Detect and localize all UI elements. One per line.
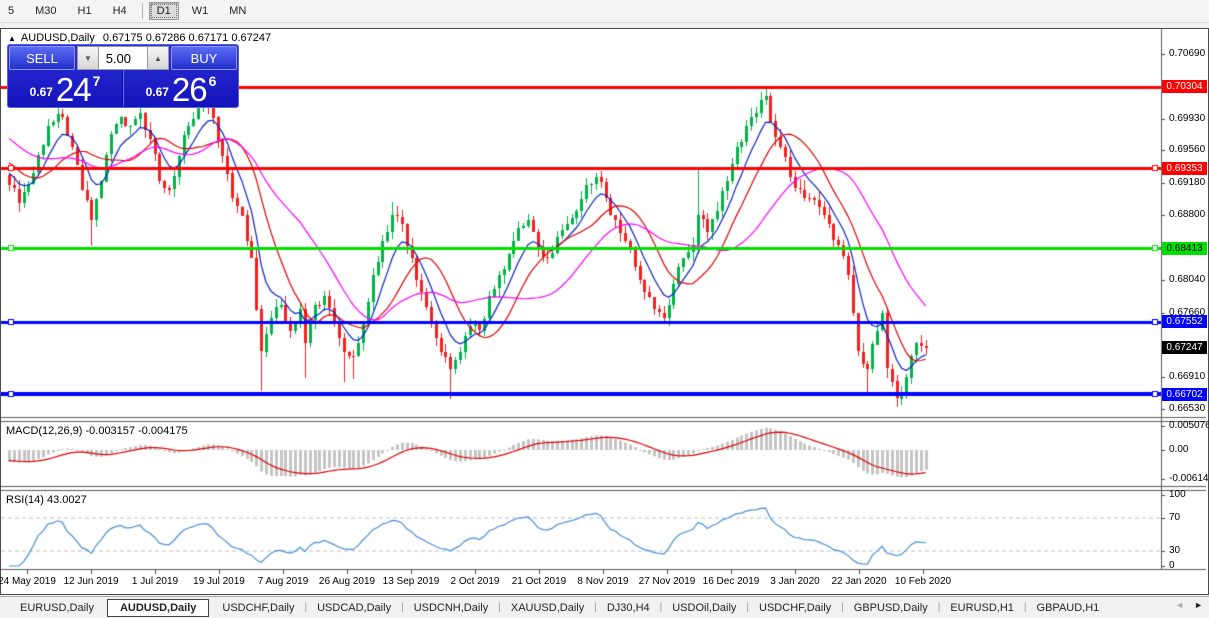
- timeframe-button-h1[interactable]: H1: [70, 2, 100, 20]
- tab-scroll-arrows: ◄►: [1175, 600, 1203, 610]
- chart-tab-gbpaud-h1[interactable]: GBPAUD,H1: [1027, 599, 1110, 617]
- price-chart-canvas[interactable]: [1, 29, 1206, 593]
- toolbar-separator: [142, 3, 143, 19]
- timeframe-toolbar: 5 M30 H1 H4 D1 W1MN: [0, 0, 1209, 23]
- buy-price-handle: 0.67: [146, 85, 169, 99]
- buy-button[interactable]: BUY: [171, 46, 237, 70]
- tab-scroll-right-icon[interactable]: ►: [1194, 600, 1203, 610]
- timeframe-button-5[interactable]: 5: [0, 2, 22, 20]
- price-axis-tick: 0.68040: [1169, 274, 1209, 285]
- one-click-trade-panel: SELL ▼ 5.00 ▲ BUY 0.67 24 7 0.67 26 6: [7, 44, 239, 108]
- chart-tab-usdoil-daily[interactable]: USDOil,Daily: [662, 599, 746, 617]
- rsi-axis-tick: 30: [1169, 545, 1209, 556]
- buy-price-pip: 6: [209, 73, 217, 89]
- sell-price[interactable]: 0.67 24 7: [8, 70, 123, 106]
- sell-button[interactable]: SELL: [9, 46, 75, 70]
- rsi-axis-tick: 100: [1169, 489, 1209, 500]
- hline-price-label: 0.70304: [1162, 80, 1207, 93]
- chart-tab-eurusd-daily[interactable]: EURUSD,Daily: [10, 599, 104, 617]
- chart-tab-usdcad-daily[interactable]: USDCAD,Daily: [307, 599, 401, 617]
- volume-increase-icon[interactable]: ▲: [147, 46, 169, 70]
- hline-price-label: 0.69353: [1162, 162, 1207, 175]
- rsi-indicator-label: RSI(14) 43.0027: [6, 494, 87, 506]
- buy-price-big: 26: [172, 77, 207, 103]
- price-axis-tick: 0.68800: [1169, 209, 1209, 220]
- chart-symbol-label: AUDUSD,Daily: [21, 32, 95, 44]
- price-axis-tick: 0.69180: [1169, 177, 1209, 188]
- chart-tab-xauusd-daily[interactable]: XAUUSD,Daily: [501, 599, 594, 617]
- price-axis-tick: 0.70690: [1169, 48, 1209, 59]
- timeframe-button-mn[interactable]: MN: [221, 2, 254, 20]
- volume-stepper: ▼ 5.00 ▲: [77, 46, 169, 70]
- rsi-axis-tick: 0: [1169, 560, 1209, 571]
- tab-scroll-left-icon[interactable]: ◄: [1175, 600, 1184, 610]
- macd-indicator-label: MACD(12,26,9) -0.003157 -0.004175: [6, 425, 188, 437]
- buy-price[interactable]: 0.67 26 6: [123, 70, 238, 106]
- price-axis-tick: 0.69560: [1169, 144, 1209, 155]
- timeframe-button-h4[interactable]: H4: [105, 2, 135, 20]
- chart-tab-usdchf-daily[interactable]: USDCHF,Daily: [212, 599, 304, 617]
- chart-tab-usdcnh-daily[interactable]: USDCNH,Daily: [404, 599, 499, 617]
- collapse-arrow-icon[interactable]: ▲: [8, 34, 16, 43]
- macd-axis-tick: 0.005076: [1169, 420, 1209, 431]
- sell-price-big: 24: [56, 77, 91, 103]
- rsi-axis-tick: 70: [1169, 512, 1209, 523]
- current-price-label: 0.67247: [1162, 341, 1207, 354]
- chart-tab-gbpusd-daily[interactable]: GBPUSD,Daily: [844, 599, 938, 617]
- hline-price-label: 0.66702: [1162, 388, 1207, 401]
- volume-field[interactable]: 5.00: [99, 46, 147, 70]
- chart-tab-usdchf-daily[interactable]: USDCHF,Daily: [749, 599, 841, 617]
- rsi-value: 43.0027: [47, 494, 87, 506]
- chart-title: ▲ AUDUSD,Daily 0.67175 0.67286 0.67171 0…: [8, 32, 271, 44]
- price-axis-tick: 0.69930: [1169, 113, 1209, 124]
- macd-axis-tick: 0.00: [1169, 444, 1209, 455]
- volume-decrease-icon[interactable]: ▼: [77, 46, 99, 70]
- hline-price-label: 0.68413: [1162, 242, 1207, 255]
- macd-values: -0.003157 -0.004175: [85, 425, 187, 437]
- date-axis-label: 10 Feb 2020: [883, 576, 963, 587]
- sell-price-handle: 0.67: [30, 85, 53, 99]
- chart-ohlc-values: 0.67175 0.67286 0.67171 0.67247: [103, 32, 271, 44]
- macd-axis-tick: -0.006148: [1169, 473, 1209, 484]
- price-axis-tick: 0.66910: [1169, 371, 1209, 382]
- hline-price-label: 0.67552: [1162, 315, 1207, 328]
- timeframe-button-m30[interactable]: M30: [27, 2, 64, 20]
- chart-tab-eurusd-h1[interactable]: EURUSD,H1: [940, 599, 1024, 617]
- timeframe-button-w1[interactable]: W1: [184, 2, 217, 20]
- chart-tab-audusd-daily[interactable]: AUDUSD,Daily: [107, 599, 209, 617]
- symbol-tab-bar: EURUSD,DailyAUDUSD,DailyUSDCHF,Daily|USD…: [0, 596, 1209, 618]
- chart-window: ▲ AUDUSD,Daily 0.67175 0.67286 0.67171 0…: [0, 28, 1209, 595]
- chart-tab-dj30-h4[interactable]: DJ30,H4: [597, 599, 660, 617]
- sell-price-pip: 7: [93, 73, 101, 89]
- timeframe-button-d1[interactable]: D1: [149, 2, 179, 20]
- price-axis-tick: 0.66530: [1169, 403, 1209, 414]
